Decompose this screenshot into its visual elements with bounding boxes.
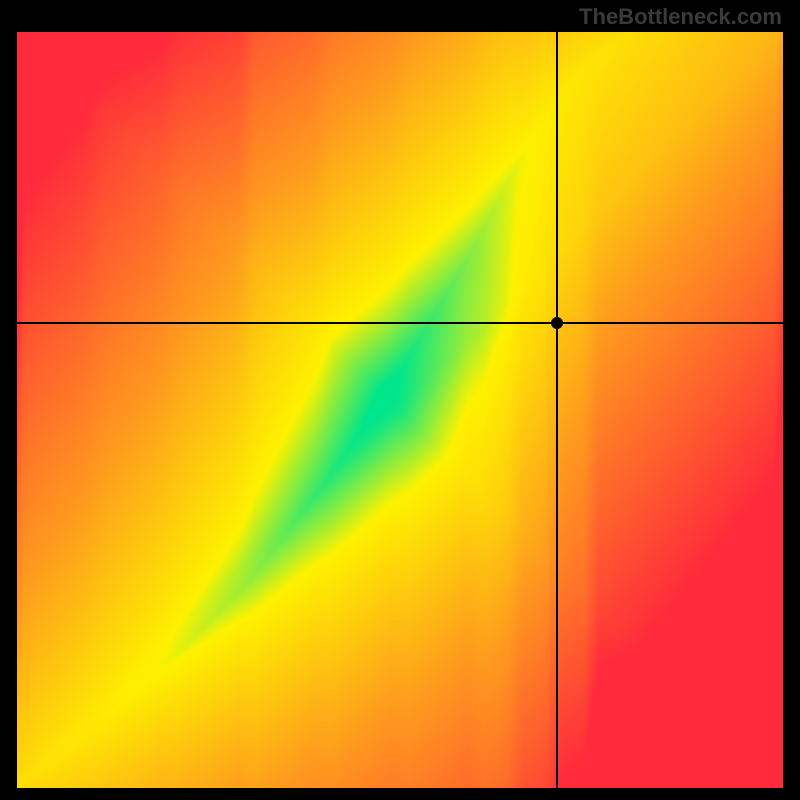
crosshair-vertical — [556, 32, 558, 788]
heatmap-canvas — [17, 32, 783, 788]
data-marker — [551, 317, 563, 329]
plot-area — [17, 32, 783, 788]
chart-frame: TheBottleneck.com — [0, 0, 800, 800]
watermark-text: TheBottleneck.com — [579, 4, 782, 30]
crosshair-horizontal — [17, 322, 783, 324]
